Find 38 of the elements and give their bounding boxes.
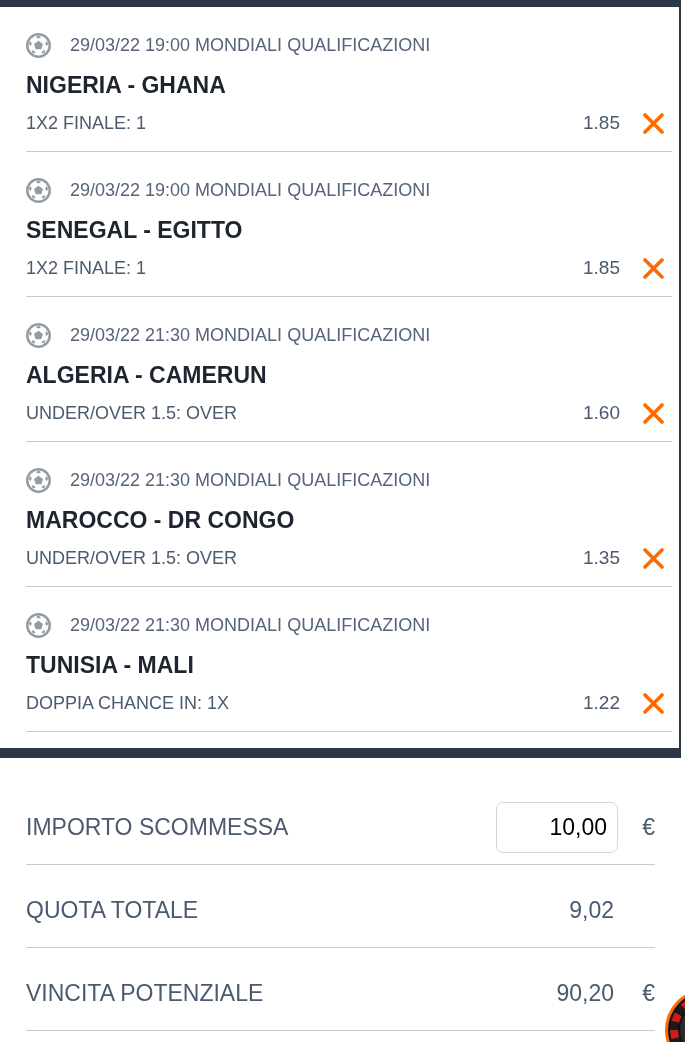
match-name: NIGERIA - GHANA [26,71,226,100]
event-info: 29/03/22 19:00 MONDIALI QUALIFICAZIONI [70,179,431,201]
event-info: 29/03/22 19:00 MONDIALI QUALIFICAZIONI [70,34,431,56]
event-info: 29/03/22 21:30 MONDIALI QUALIFICAZIONI [70,469,431,491]
soccer-ball-icon [26,177,51,203]
soccer-ball-icon [26,467,51,493]
close-icon[interactable] [643,692,664,714]
bet-selection: 1X2 FINALE: 1 [26,257,147,279]
bet-selection: UNDER/OVER 1.5: OVER [26,547,238,569]
bet-selection: UNDER/OVER 1.5: OVER [26,402,238,424]
odds-value: 1.35 [583,547,620,569]
event-info: 29/03/22 21:30 MONDIALI QUALIFICAZIONI [70,614,431,636]
soccer-ball-icon [26,32,51,58]
odds-value: 1.22 [583,692,620,714]
match-name: TUNISIA - MALI [26,651,194,680]
bet-selection: DOPPIA CHANCE IN: 1X [26,692,230,714]
summary-value: 9,02 [569,896,615,924]
event-info: 29/03/22 21:30 MONDIALI QUALIFICAZIONI [70,324,431,346]
bet-selection: 1X2 FINALE: 1 [26,112,147,134]
match-name: MAROCCO - DR CONGO [26,506,295,535]
summary-value: 90,20 [556,979,615,1007]
close-icon[interactable] [643,402,664,424]
match-name: ALGERIA - CAMERUN [26,361,267,390]
close-icon[interactable] [643,547,664,569]
soccer-ball-icon [26,322,51,348]
soccer-ball-icon [26,612,51,638]
close-icon[interactable] [643,257,664,279]
summary-label: QUOTA TOTALE [26,896,199,924]
currency-symbol: € [642,813,655,841]
amount-input[interactable]: 10,00 [496,801,618,853]
summary-label: IMPORTO SCOMMESSA [26,813,289,841]
currency-symbol: € [642,979,655,1007]
match-name: SENEGAL - EGITTO [26,216,243,245]
odds-value: 1.85 [583,112,620,134]
odds-value: 1.85 [583,257,620,279]
odds-value: 1.60 [583,402,620,424]
summary-label: VINCITA POTENZIALE [26,979,264,1007]
close-icon[interactable] [643,112,664,134]
